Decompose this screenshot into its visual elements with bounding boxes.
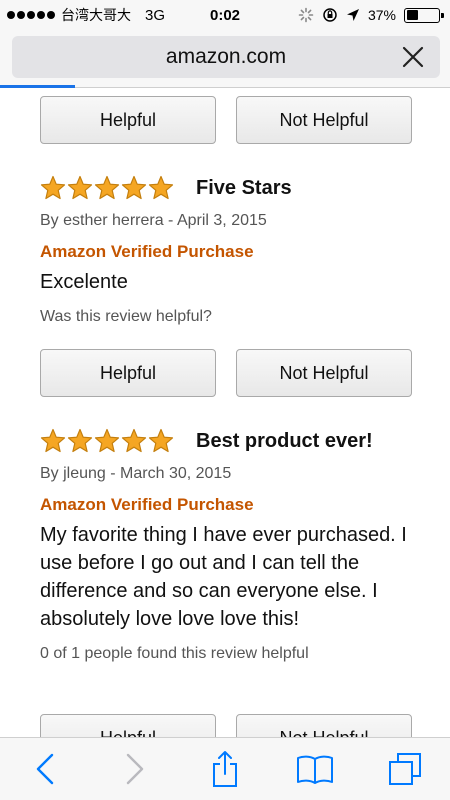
browser-toolbar [0, 737, 450, 800]
star-icon [40, 175, 66, 200]
review: Best product ever! By jleung - March 30,… [40, 425, 430, 663]
star-icon [121, 428, 147, 453]
star-icon [40, 428, 66, 453]
verified-purchase-badge: Amazon Verified Purchase [40, 495, 254, 514]
verified-purchase-badge: Amazon Verified Purchase [40, 242, 254, 261]
battery-icon [404, 7, 444, 23]
review-byline[interactable]: By jleung - March 30, 2015 [40, 465, 430, 483]
star-rating [40, 428, 174, 454]
review-byline[interactable]: By esther herrera - April 3, 2015 [40, 212, 430, 230]
bookmarks-icon[interactable] [295, 749, 335, 789]
address-bar: amazon.com [0, 30, 450, 88]
star-icon [94, 175, 120, 200]
status-bar: 台湾大哥大 3G 0:02 37% [0, 0, 450, 30]
review-body: Excelente [40, 271, 128, 293]
helpful-button-row: Helpful Not Helpful [40, 349, 412, 397]
helpful-button[interactable]: Helpful [40, 96, 216, 144]
star-icon [94, 428, 120, 453]
page-load-progress [0, 85, 75, 88]
helpful-button-row: Helpful Not Helpful [40, 714, 412, 737]
orientation-lock-icon [323, 8, 337, 22]
forward-icon[interactable] [115, 749, 155, 789]
star-rating [40, 175, 174, 201]
share-icon[interactable] [205, 749, 245, 789]
review-body: My favorite thing I have ever purchased.… [40, 524, 407, 630]
url-field[interactable]: amazon.com [12, 36, 440, 78]
not-helpful-button[interactable]: Not Helpful [236, 714, 412, 737]
helpful-prompt: 0 of 1 people found this review helpful [40, 645, 309, 662]
battery-percent: 37% [367, 7, 396, 23]
tabs-icon[interactable] [385, 749, 425, 789]
not-helpful-button[interactable]: Not Helpful [236, 96, 412, 144]
not-helpful-button[interactable]: Not Helpful [236, 349, 412, 397]
network-type: 3G [145, 6, 166, 24]
review: Five Stars By esther herrera - April 3, … [40, 172, 430, 326]
star-icon [67, 428, 93, 453]
close-icon[interactable] [400, 44, 426, 70]
location-icon [346, 9, 359, 21]
helpful-button[interactable]: Helpful [40, 349, 216, 397]
star-icon [67, 175, 93, 200]
review-title[interactable]: Best product ever! [196, 430, 373, 453]
back-icon[interactable] [25, 749, 65, 789]
signal-strength-icon [7, 11, 55, 19]
page-content[interactable]: Helpful Not Helpful Five Stars By esther… [0, 89, 450, 737]
star-icon [121, 175, 147, 200]
star-icon [148, 175, 174, 200]
helpful-prompt: Was this review helpful? [40, 308, 212, 325]
url-text: amazon.com [165, 45, 287, 68]
helpful-button-row: Helpful Not Helpful [40, 96, 412, 144]
carrier-name: 台湾大哥大 [61, 8, 131, 24]
star-icon [148, 428, 174, 453]
review-title[interactable]: Five Stars [196, 177, 292, 200]
helpful-button[interactable]: Helpful [40, 714, 216, 737]
activity-icon [298, 7, 314, 23]
